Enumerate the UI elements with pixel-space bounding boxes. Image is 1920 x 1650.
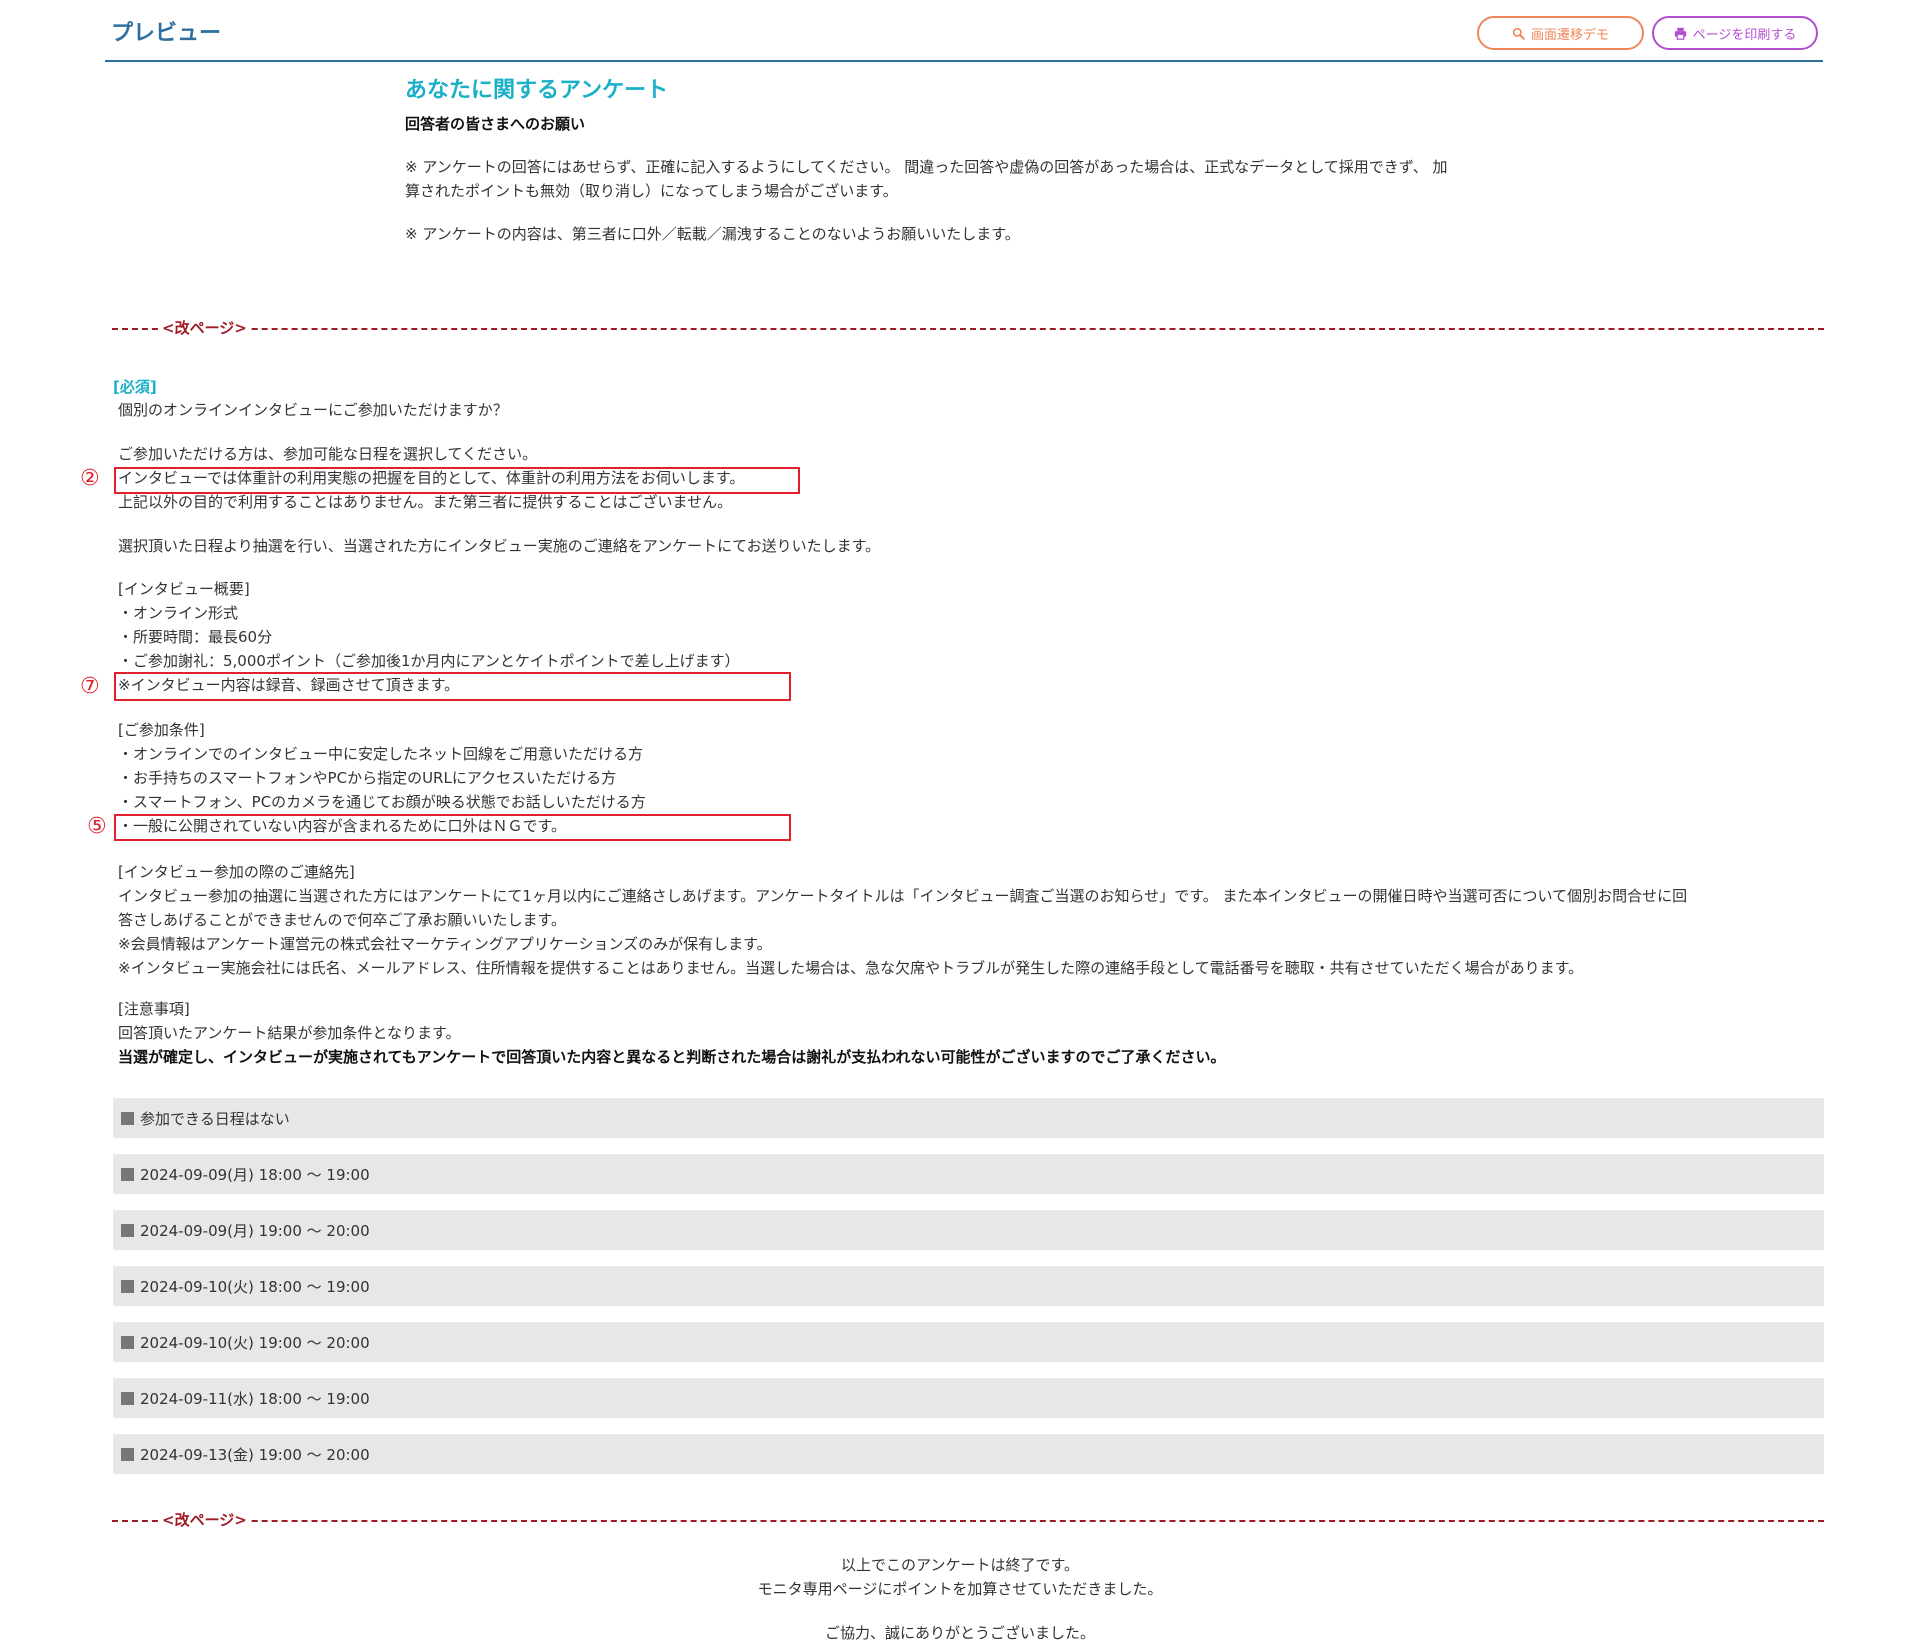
question-line: 選択頂いた日程より抽選を行い、当選された方にインタビュー実施のご連絡をアンケート… [118,537,881,555]
checkbox-icon[interactable] [121,1279,134,1293]
option-label: 2024-09-11(水) 18:00 〜 19:00 [140,1389,370,1408]
schedule-option[interactable]: 2024-09-09(月) 18:00 〜 19:00 [113,1154,1824,1194]
page-title: プレビュー [111,21,222,46]
page-break-label: <改ページ> [160,318,249,338]
ending-message: 以上でこのアンケートは終了です。 モニタ専用ページにポイントを加算させていただき… [0,1553,1920,1645]
schedule-option[interactable]: 2024-09-10(火) 19:00 〜 20:00 [113,1322,1824,1362]
option-label: 2024-09-10(火) 18:00 〜 19:00 [140,1277,370,1296]
question-line: ※会員情報はアンケート運営元の株式会社マーケティングアプリケーションズのみが保有… [118,935,772,953]
page-break-line [112,328,1824,330]
page-break-line [112,1520,1824,1522]
schedule-option[interactable]: 参加できる日程はない [113,1098,1824,1138]
annotation-box-2 [114,467,800,494]
question-line-bold: 当選が確定し、インタビューが実施されてもアンケートで回答頂いた内容と異なると判断… [118,1048,1226,1066]
checkbox-icon[interactable] [121,1167,134,1181]
annotation-box-5 [114,814,791,841]
intro-line: ※ アンケートの回答にはあせらず、正確に記入するようにしてください。 間違った回… [405,158,1448,176]
question-line: ※インタビュー実施会社には氏名、メールアドレス、住所情報を提供することはありませ… [118,959,1584,977]
question-line: [ご参加条件] [118,721,205,739]
search-icon [1512,27,1525,40]
checkbox-icon[interactable] [121,1335,134,1349]
ending-spacer [0,1601,1920,1621]
question-line: 答さしあげることができませんので何卒ご了承お願いいたします。 [118,911,567,929]
schedule-option[interactable]: 2024-09-11(水) 18:00 〜 19:00 [113,1378,1824,1418]
question-text-block: 選択頂いた日程より抽選を行い、当選された方にインタビュー実施のご連絡をアンケート… [118,534,880,558]
option-label: 参加できる日程はない [140,1109,290,1128]
ending-line: 以上でこのアンケートは終了です。 [841,1556,1079,1574]
question-line: ・オンライン形式 [118,604,239,622]
annotation-marker-2: ② [80,466,100,491]
question-line: [インタビュー概要] [118,580,250,598]
preview-header: プレビュー 画面遷移デモ ページを印刷する [105,0,1823,62]
intro-line: 算されたポイントも無効（取り消し）になってしまう場合がございます。 [405,182,898,200]
printer-icon [1674,27,1686,40]
intro-paragraph-2: ※ アンケートの内容は、第三者に口外／転載／漏洩することのないようお願いいたしま… [405,225,1020,243]
option-label: 2024-09-09(月) 19:00 〜 20:00 [140,1221,370,1240]
page-break-label: <改ページ> [160,1510,249,1530]
page-break: <改ページ> [112,318,1824,338]
option-label: 2024-09-13(金) 19:00 〜 20:00 [140,1445,370,1464]
ending-line: モニタ専用ページにポイントを加算させていただきました。 [757,1580,1163,1598]
question-line: ・所要時間：最長60分 [118,628,273,646]
page-break: <改ページ> [112,1510,1824,1530]
question-line: ・お手持ちのスマートフォンやPCから指定のURLにアクセスいただける方 [118,769,617,787]
checkbox-icon[interactable] [121,1223,134,1237]
checkbox-icon[interactable] [121,1447,134,1461]
schedule-option[interactable]: 2024-09-09(月) 19:00 〜 20:00 [113,1210,1824,1250]
annotation-box-7 [114,672,791,701]
intro-paragraph-1: ※ アンケートの回答にはあせらず、正確に記入するようにしてください。 間違った回… [405,155,1545,203]
survey-title: あなたに関するアンケート [405,78,669,103]
checkbox-icon[interactable] [121,1111,134,1125]
contact-info-block: [インタビュー参加の際のご連絡先] インタビュー参加の抽選に当選された方にはアン… [118,860,1687,980]
screen-transition-demo-button[interactable]: 画面遷移デモ [1477,16,1644,50]
schedule-option[interactable]: 2024-09-13(金) 19:00 〜 20:00 [113,1434,1824,1474]
checkbox-icon[interactable] [121,1391,134,1405]
intro-heading: 回答者の皆さまへのお願い [405,115,586,133]
question-line: ご参加いただける方は、参加可能な日程を選択してください。 [118,445,538,463]
option-label: 2024-09-09(月) 18:00 〜 19:00 [140,1165,370,1184]
ending-line: ご協力、誠にありがとうございました。 [824,1624,1095,1642]
question-line: 回答頂いたアンケート結果が参加条件となります。 [118,1024,461,1042]
question-line: インタビュー参加の抽選に当選された方にはアンケートにて1ヶ月以内にご連絡さしあげ… [118,887,1688,905]
question-line: 個別のオンラインインタビューにご参加いただけますか？ [118,401,508,419]
required-label: [必須] [113,378,157,396]
annotation-marker-7: ⑦ [80,674,100,699]
notes-block: [注意事項] 回答頂いたアンケート結果が参加条件となります。 当選が確定し、イン… [118,997,1225,1069]
question-line: ・ご参加謝礼：5,000ポイント（ご参加後1か月内にアンとケイトポイントで差し上… [118,652,740,670]
print-page-button[interactable]: ページを印刷する [1652,16,1818,50]
demo-button-label: 画面遷移デモ [1530,27,1609,43]
question-line: ・オンラインでのインタビュー中に安定したネット回線をご用意いただける方 [118,745,644,763]
question-line: [インタビュー参加の際のご連絡先] [118,863,355,881]
question-line: [注意事項] [118,1000,190,1018]
question-line: ・スマートフォン、PCのカメラを通じてお顔が映る状態でお話しいただける方 [118,793,646,811]
print-button-label: ページを印刷する [1692,27,1797,43]
question-text-block: 個別のオンラインインタビューにご参加いただけますか？ [118,398,508,422]
schedule-option[interactable]: 2024-09-10(火) 18:00 〜 19:00 [113,1266,1824,1306]
annotation-marker-5: ⑤ [87,814,107,839]
option-label: 2024-09-10(火) 19:00 〜 20:00 [140,1333,370,1352]
